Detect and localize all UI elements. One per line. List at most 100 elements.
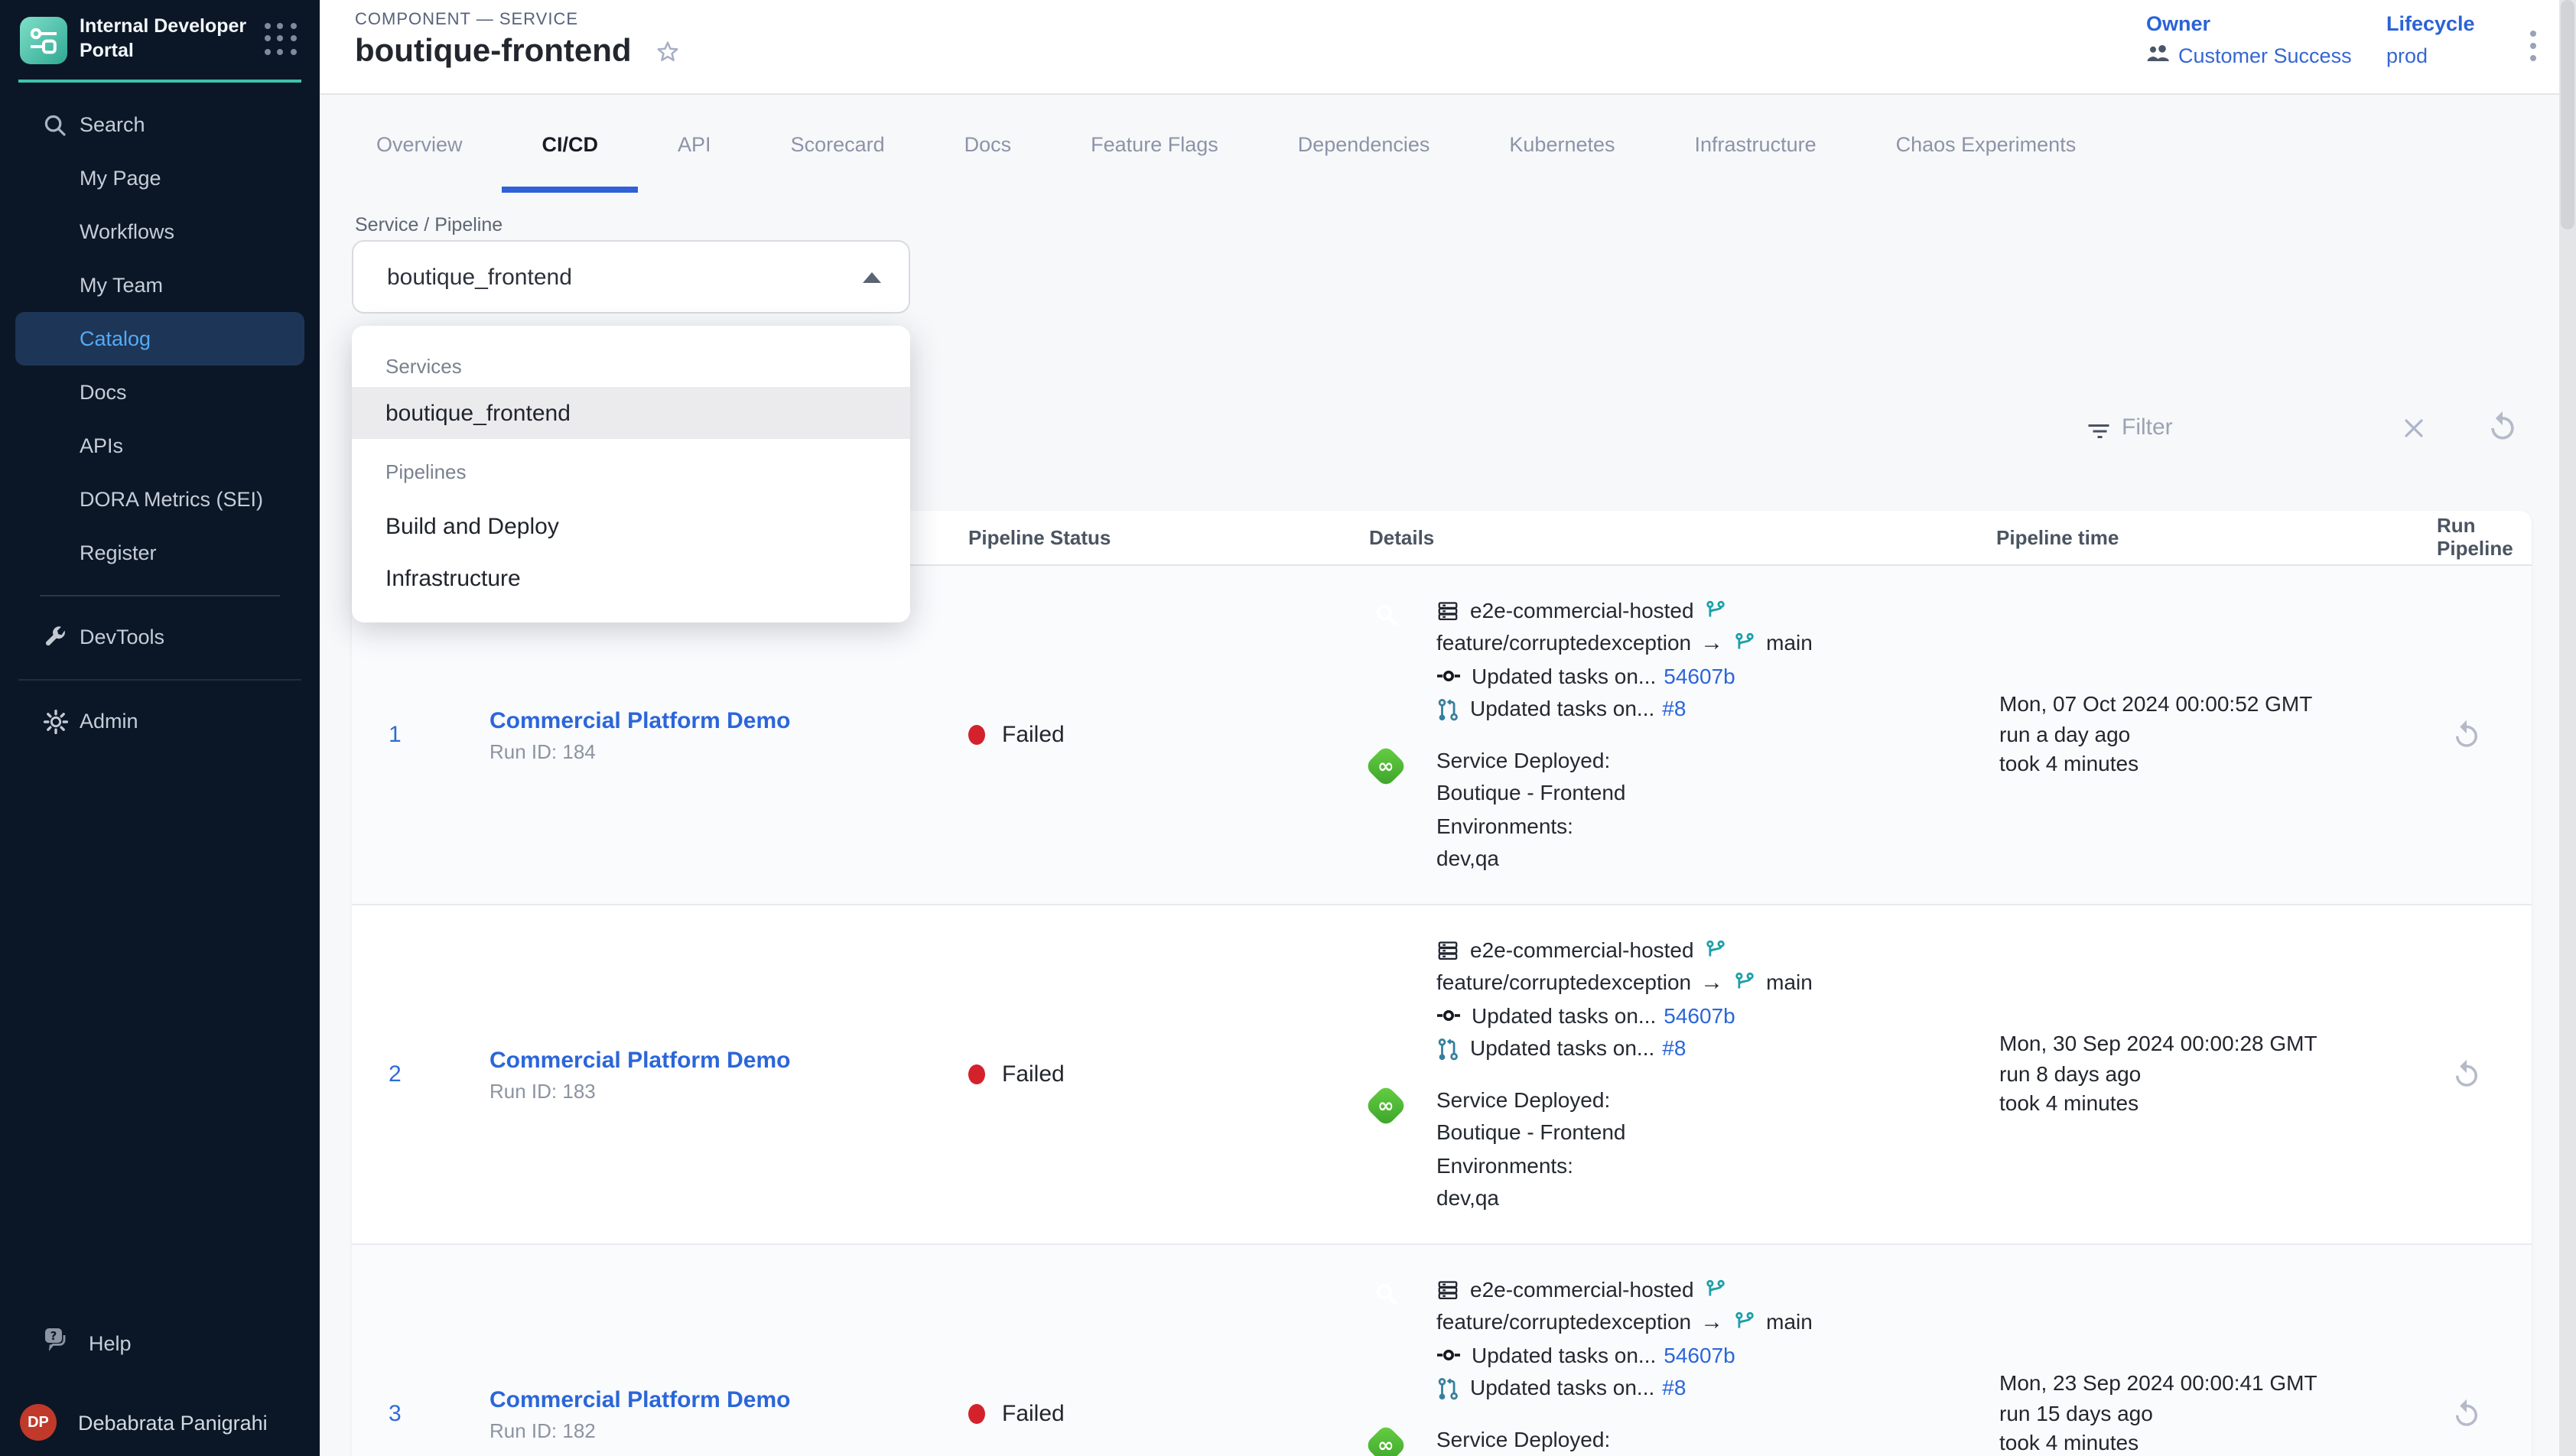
pr-link[interactable]: #8 (1662, 1032, 1686, 1065)
sidebar-item-search[interactable]: Search (0, 98, 320, 151)
failed-status-dot (968, 1064, 985, 1084)
failed-status-dot (968, 1404, 985, 1424)
sidebar-item-admin[interactable]: Admin (0, 694, 320, 748)
tab-infrastructure[interactable]: Infrastructure (1655, 95, 1856, 193)
scrollbar-thumb[interactable] (2561, 0, 2574, 229)
commit-link[interactable]: 54607b (1664, 999, 1735, 1032)
tab-chaos-experiments[interactable]: Chaos Experiments (1856, 95, 2116, 193)
commit-icon (1436, 1344, 1461, 1368)
run-pipeline-button[interactable] (2451, 1058, 2483, 1090)
avatar: DP (20, 1404, 57, 1441)
dropdown-group-pipelines: Pipelines (352, 448, 910, 494)
git-branch-icon (1732, 1311, 1755, 1334)
tab-docs[interactable]: Docs (925, 95, 1052, 193)
deploy-service: Boutique - Frontend (1436, 777, 1626, 810)
vertical-scrollbar[interactable] (2559, 0, 2576, 1456)
sidebar-item-workflows[interactable]: Workflows (0, 205, 320, 258)
service-pipeline-select[interactable]: boutique_frontend (352, 240, 910, 314)
col-header-run-pipeline: Run Pipeline (2417, 515, 2539, 561)
status-label: Failed (1002, 1061, 1065, 1087)
pr-link[interactable]: #8 (1662, 1372, 1686, 1405)
deploy-label: Service Deployed: (1436, 1084, 1626, 1116)
tab-api[interactable]: API (638, 95, 751, 193)
target-branch: main (1766, 967, 1813, 999)
clear-filter-icon[interactable] (2402, 416, 2426, 440)
run-pipeline-button[interactable] (2451, 1398, 2483, 1430)
run-index: 2 (352, 1061, 490, 1087)
sidebar-nav: Search My Page Workflows My Team Catalog… (0, 98, 320, 748)
repo-name: e2e-commercial-hosted (1470, 1273, 1694, 1306)
gear-icon (43, 708, 69, 734)
sidebar-item-devtools[interactable]: DevTools (0, 610, 320, 664)
app-title: Internal Developer Portal (80, 14, 251, 63)
commit-icon (1436, 665, 1461, 689)
tab-feature-flags[interactable]: Feature Flags (1051, 95, 1258, 193)
entity-tabs: Overview CI/CD API Scorecard Docs Featur… (320, 95, 2576, 193)
run-index: 1 (352, 722, 490, 748)
commit-link[interactable]: 54607b (1664, 660, 1735, 693)
run-ago: run a day ago (1999, 720, 2417, 750)
deploy-label: Service Deployed: (1436, 1423, 1626, 1456)
pipeline-logo-icon (24, 21, 63, 60)
sidebar-item-my-team[interactable]: My Team (0, 258, 320, 312)
sidebar-item-label: DORA Metrics (SEI) (80, 488, 263, 511)
sidebar: Internal Developer Portal Search My Page… (0, 0, 320, 1456)
sidebar-item-docs[interactable]: Docs (0, 366, 320, 419)
deploy-label: Service Deployed: (1436, 744, 1626, 777)
caret-up-icon (863, 271, 881, 282)
sidebar-bottom: ? Help DP Debabrata Panigrahi (0, 1317, 320, 1456)
kebab-menu-icon[interactable] (2519, 24, 2547, 67)
app-switcher-icon[interactable] (265, 23, 298, 57)
sidebar-item-catalog[interactable]: Catalog (15, 312, 304, 366)
filter-icon (2085, 418, 2113, 453)
tab-dependencies[interactable]: Dependencies (1258, 95, 1470, 193)
environments-label: Environments: (1436, 1149, 1626, 1182)
sidebar-item-label: Register (80, 541, 157, 564)
target-branch: main (1766, 1306, 1813, 1339)
tab-cicd[interactable]: CI/CD (503, 95, 639, 193)
environments-value: dev,qa (1436, 1182, 1626, 1215)
dropdown-option-infrastructure[interactable]: Infrastructure (352, 552, 910, 604)
git-branch-icon (1705, 1279, 1728, 1302)
owner-link[interactable]: Customer Success (2146, 44, 2352, 67)
sidebar-item-apis[interactable]: APIs (0, 419, 320, 473)
pr-label: Updated tasks on... (1470, 1032, 1654, 1065)
main-area: COMPONENT — SERVICE boutique-frontend Ow… (320, 0, 2576, 1456)
tab-overview[interactable]: Overview (337, 95, 503, 193)
pr-link[interactable]: #8 (1662, 693, 1686, 726)
run-id: Run ID: 183 (490, 1079, 968, 1102)
tab-kubernetes[interactable]: Kubernetes (1469, 95, 1654, 193)
dropdown-option-build-and-deploy[interactable]: Build and Deploy (352, 500, 910, 552)
favorite-star-icon[interactable] (653, 37, 682, 67)
commit-link[interactable]: 54607b (1664, 1339, 1735, 1372)
entity-header: COMPONENT — SERVICE boutique-frontend Ow… (320, 0, 2576, 95)
sidebar-item-register[interactable]: Register (0, 526, 320, 580)
repo-name: e2e-commercial-hosted (1470, 594, 1694, 627)
repo-name: e2e-commercial-hosted (1470, 934, 1694, 967)
reload-icon[interactable] (2486, 410, 2519, 444)
wrench-icon (43, 625, 67, 649)
help-button[interactable]: ? Help (0, 1317, 320, 1370)
dropdown-option-boutique-frontend[interactable]: boutique_frontend (352, 387, 910, 439)
run-id: Run ID: 182 (490, 1419, 968, 1441)
environments-value: dev,qa (1436, 843, 1626, 876)
pull-request-icon (1436, 1037, 1459, 1061)
pipeline-link[interactable]: Commercial Platform Demo (490, 1386, 968, 1412)
sidebar-item-label: Docs (80, 381, 127, 404)
user-menu[interactable]: DP Debabrata Panigrahi (0, 1389, 320, 1456)
tab-scorecard[interactable]: Scorecard (751, 95, 925, 193)
sidebar-item-my-page[interactable]: My Page (0, 151, 320, 205)
run-pipeline-button[interactable] (2451, 719, 2483, 751)
col-header-pipeline-time: Pipeline time (1996, 526, 2417, 549)
source-branch: feature/corruptedexception (1436, 967, 1691, 999)
filter-input[interactable] (2119, 413, 2386, 442)
sidebar-item-dora-metrics[interactable]: DORA Metrics (SEI) (0, 473, 320, 526)
lifecycle-value: prod (2386, 44, 2475, 67)
pipeline-link[interactable]: Commercial Platform Demo (490, 1047, 968, 1073)
pipeline-link[interactable]: Commercial Platform Demo (490, 707, 968, 733)
owner-block: Owner Customer Success (2146, 12, 2352, 67)
deploy-service: Boutique - Frontend (1436, 1116, 1626, 1149)
failed-status-dot (968, 725, 985, 745)
source-branch: feature/corruptedexception (1436, 627, 1691, 660)
git-branch-icon (1732, 972, 1755, 995)
